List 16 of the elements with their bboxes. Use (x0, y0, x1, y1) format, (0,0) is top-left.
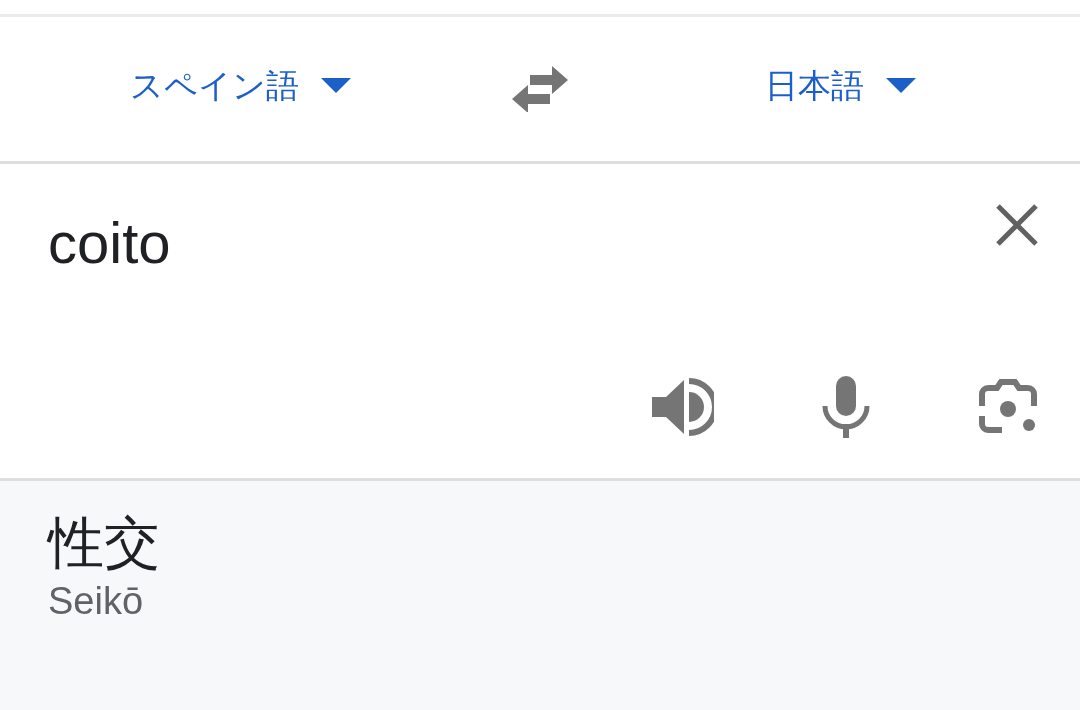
target-language-button[interactable]: 日本語 (600, 17, 1080, 161)
translation-text: 性交 (48, 509, 161, 577)
close-button[interactable] (994, 202, 1040, 248)
camera-button[interactable] (978, 378, 1038, 436)
swap-arrows-icon (510, 66, 570, 112)
caret-icon (885, 78, 916, 94)
input-field[interactable]: coito (48, 202, 994, 282)
speaker-icon (652, 378, 714, 436)
source-language-button[interactable]: スペイン語 (0, 17, 480, 161)
close-icon (994, 202, 1040, 248)
romanization-text: Seikō (48, 580, 145, 624)
camera-icon (978, 378, 1038, 436)
microphone-icon (822, 376, 870, 438)
speaker-button[interactable] (652, 378, 714, 436)
microphone-button[interactable] (822, 376, 870, 438)
caret-icon (320, 78, 351, 94)
